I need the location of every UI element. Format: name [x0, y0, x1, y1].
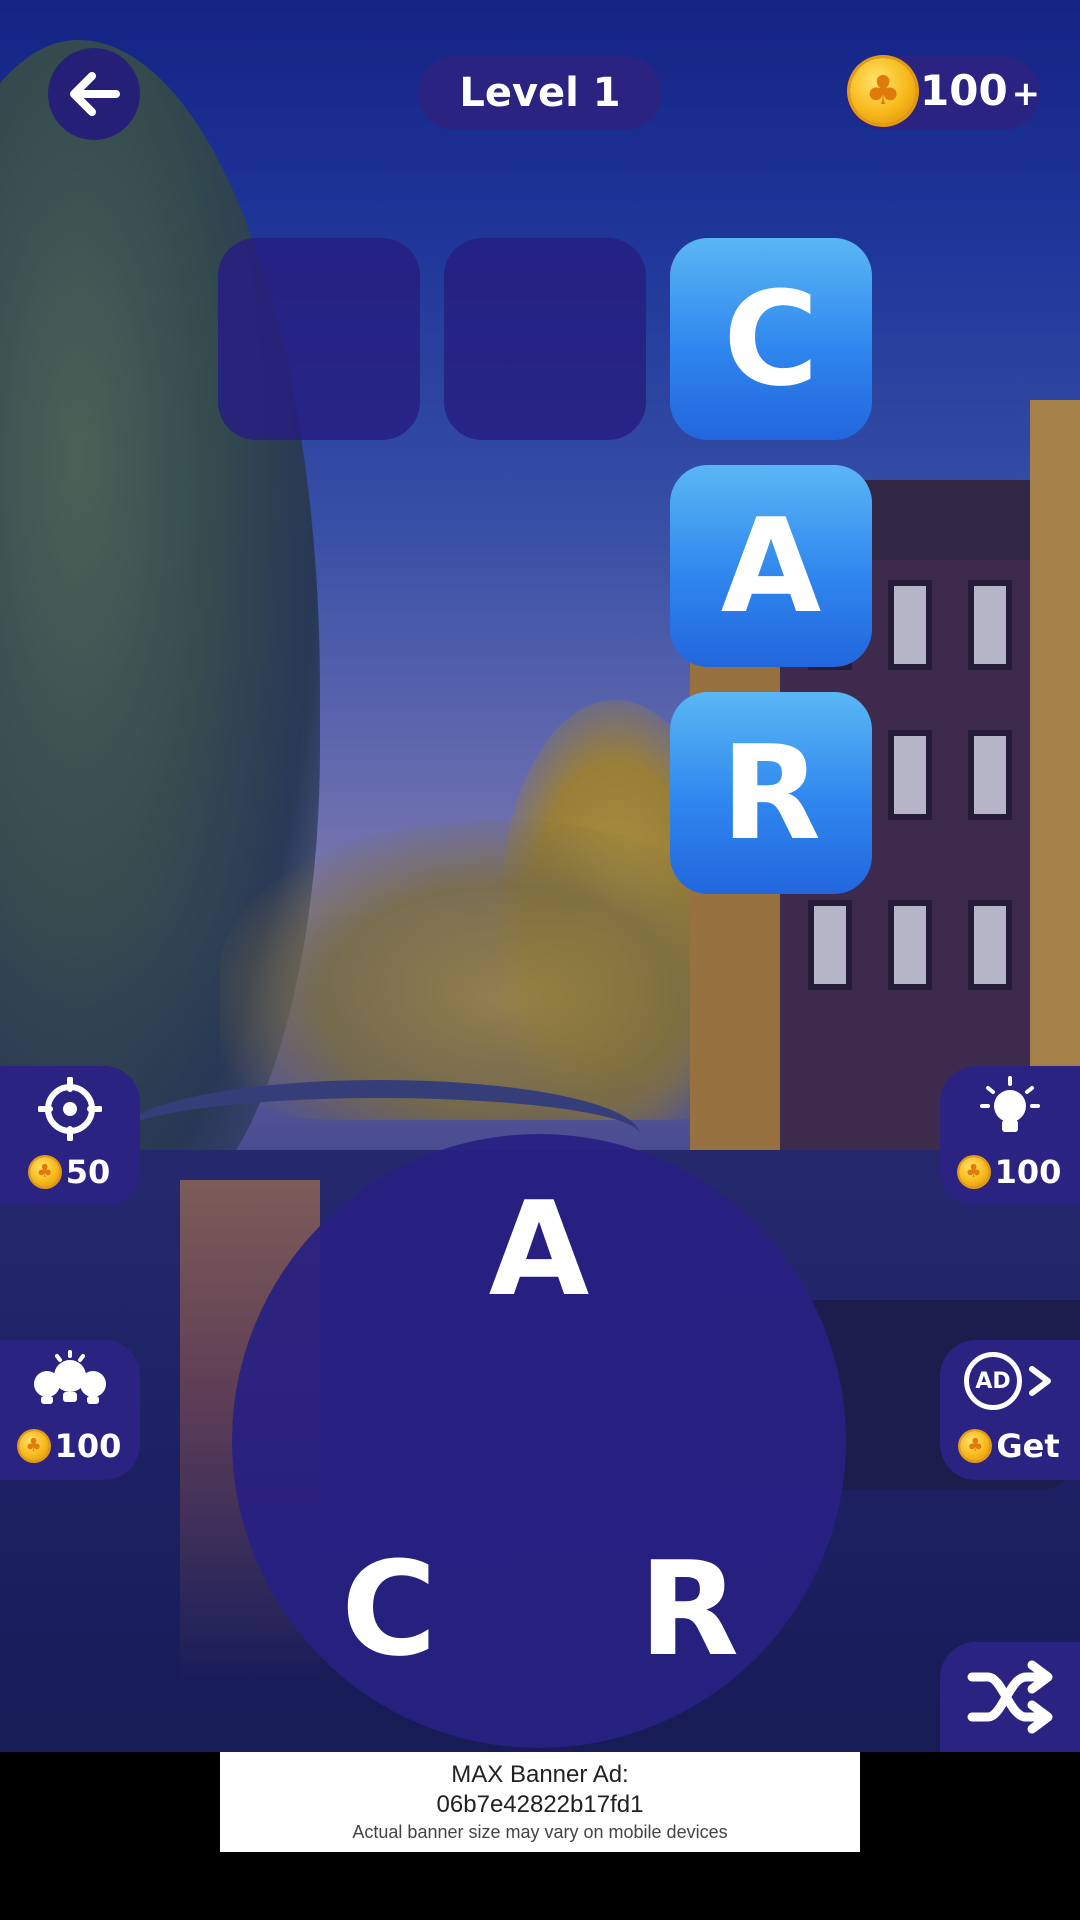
hint-cost-value: 100 — [994, 1153, 1062, 1191]
ad-note: Actual banner size may vary on mobile de… — [352, 1822, 728, 1842]
wheel-letter-c[interactable]: C — [309, 1544, 469, 1674]
watch-ad-reward-button[interactable]: AD Get — [940, 1340, 1080, 1480]
ad-title-line1: MAX Banner Ad: — [451, 1761, 629, 1788]
lightbulb-icon — [980, 1076, 1040, 1132]
cell-letter: C — [723, 263, 819, 415]
cell-letter: R — [720, 717, 822, 869]
ad-reward-label: Get — [996, 1427, 1060, 1465]
letter-wheel: A C R — [232, 1134, 846, 1748]
coin-icon — [960, 1431, 991, 1461]
word-cell-empty — [444, 238, 646, 440]
back-button[interactable] — [48, 48, 140, 140]
level-label: Level 1 — [459, 70, 621, 116]
target-icon-wrap — [0, 1076, 140, 1142]
target-cost-value: 50 — [65, 1153, 111, 1191]
add-coins-plus[interactable]: + — [1012, 74, 1041, 114]
hint-cost: 100 — [940, 1150, 1080, 1194]
ad-reward-label-row: Get — [940, 1424, 1080, 1468]
multi-hint-powerup-button[interactable]: 100 — [0, 1340, 140, 1480]
banner-ad[interactable]: MAX Banner Ad: 06b7e42822b17fd1 Actual b… — [220, 1752, 860, 1852]
target-crosshair-icon — [38, 1077, 102, 1141]
word-cell-revealed: R — [670, 692, 872, 894]
arrow-left-icon — [70, 72, 120, 116]
wheel-letter-r[interactable]: R — [609, 1544, 769, 1674]
coin-amount: 100 — [920, 66, 1008, 115]
word-cell-revealed: C — [670, 238, 872, 440]
coin-icon — [29, 1157, 60, 1187]
shuffle-icon — [967, 1660, 1053, 1734]
ad-icon-wrap: AD — [940, 1350, 1080, 1416]
hint-icon-wrap — [940, 1076, 1080, 1142]
multi-hint-cost: 100 — [0, 1424, 140, 1468]
hint-powerup-button[interactable]: 100 — [940, 1066, 1080, 1206]
target-cost: 50 — [0, 1150, 140, 1194]
multi-lightbulb-icon — [34, 1350, 106, 1404]
coin-count: 100 + — [920, 66, 1040, 115]
target-powerup-button[interactable]: 50 — [0, 1066, 140, 1206]
wheel-letter-a[interactable]: A — [459, 1184, 619, 1314]
word-cell-empty — [218, 238, 420, 440]
ad-label: AD — [975, 1368, 1011, 1394]
chevron-right-icon — [1029, 1366, 1051, 1396]
coin-icon — [850, 58, 916, 124]
shuffle-button[interactable] — [940, 1642, 1080, 1752]
coin-icon — [18, 1431, 49, 1461]
level-indicator: Level 1 — [418, 56, 662, 130]
multi-hint-icon-wrap — [0, 1350, 140, 1416]
cell-letter: A — [720, 490, 822, 642]
word-cell-revealed: A — [670, 465, 872, 667]
multi-hint-cost-value: 100 — [54, 1427, 122, 1465]
ad-play-icon: AD — [962, 1352, 1058, 1414]
coin-icon — [958, 1157, 989, 1187]
ad-title-line2: 06b7e42822b17fd1 — [436, 1791, 644, 1818]
